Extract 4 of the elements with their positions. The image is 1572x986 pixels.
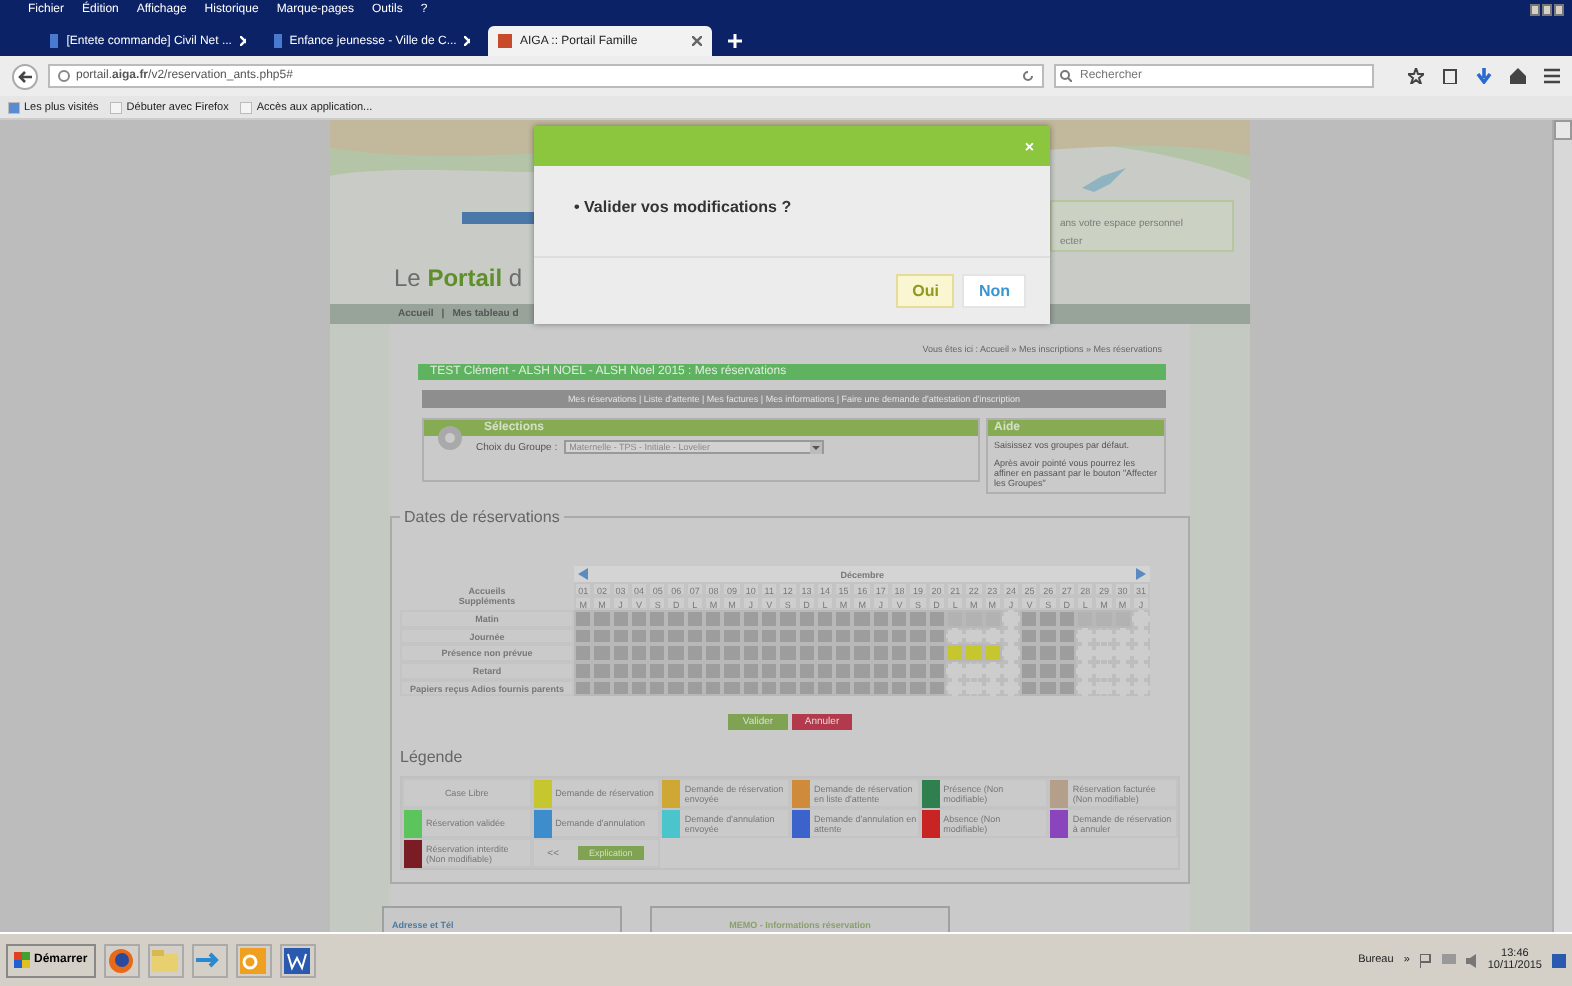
portal-logo: Le Portail d	[394, 264, 523, 292]
dialog-message: • Valider vos modifications ?	[574, 198, 794, 216]
fieldset-title: Dates de réservations	[402, 508, 562, 526]
legend-title: Légende	[400, 748, 465, 767]
